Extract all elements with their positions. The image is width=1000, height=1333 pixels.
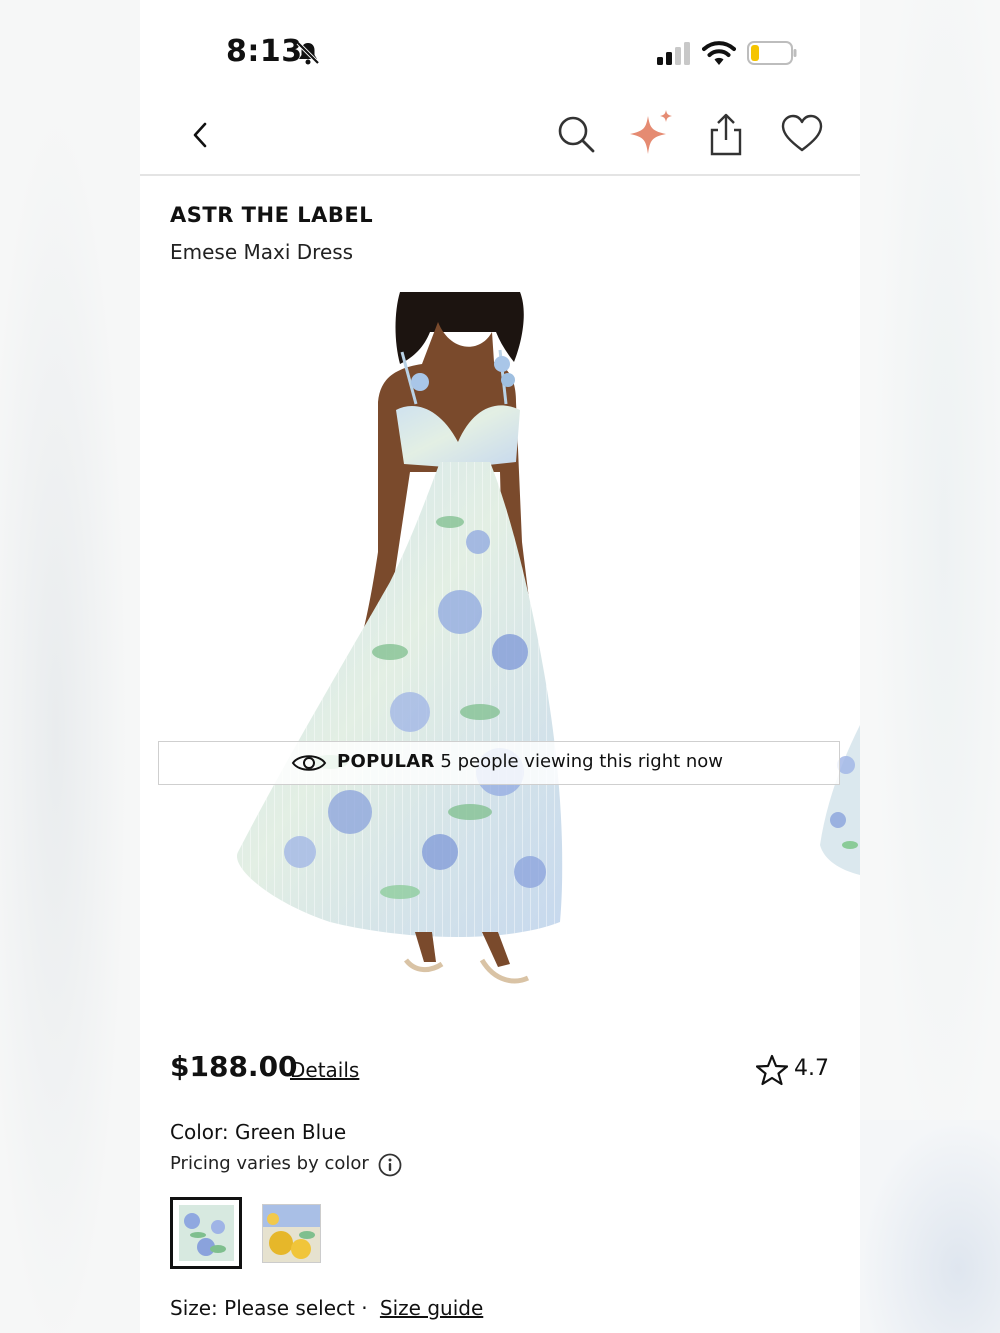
rating-value[interactable]: 4.7	[794, 1056, 829, 1081]
brand-name[interactable]: ASTR THE LABEL	[170, 203, 373, 227]
color-swatch-yellow-blue[interactable]	[262, 1204, 321, 1263]
size-label[interactable]: Size: Please select	[170, 1296, 355, 1320]
heart-icon[interactable]	[780, 112, 824, 156]
search-icon[interactable]	[554, 112, 598, 156]
back-button[interactable]	[186, 116, 216, 154]
sparkle-icon[interactable]	[626, 108, 676, 158]
star-icon[interactable]	[756, 1054, 788, 1086]
size-row: Size: Please select · Size guide	[170, 1296, 483, 1320]
pricing-note: Pricing varies by color	[170, 1153, 369, 1174]
size-guide-link[interactable]: Size guide	[380, 1296, 483, 1320]
details-link[interactable]: Details	[290, 1058, 359, 1082]
eye-icon	[291, 755, 327, 771]
product-name: Emese Maxi Dress	[170, 240, 354, 264]
background-right	[860, 0, 1000, 1333]
color-label: Color: Green Blue	[170, 1120, 347, 1144]
product-price: $188.00	[170, 1050, 298, 1083]
size-separator: ·	[354, 1296, 374, 1320]
product-image[interactable]	[210, 292, 590, 992]
swatch-thumbnail	[178, 1205, 234, 1261]
nav-divider	[140, 174, 860, 176]
popular-banner: POPULAR 5 people viewing this right now	[158, 741, 840, 785]
battery-icon	[747, 41, 797, 65]
info-icon[interactable]	[378, 1153, 402, 1177]
status-time: 8:13	[226, 34, 303, 69]
share-icon[interactable]	[704, 112, 748, 156]
popular-count-text: 5 people viewing this right now	[434, 751, 724, 772]
popular-label: POPULAR	[337, 751, 435, 772]
bell-off-icon	[296, 41, 320, 65]
wifi-icon	[702, 41, 736, 65]
color-swatch-green-blue[interactable]	[170, 1197, 242, 1269]
popular-text: POPULAR 5 people viewing this right now	[337, 751, 723, 772]
cellular-signal-icon	[657, 42, 690, 65]
background-left	[0, 0, 140, 1333]
phone-screen: 8:13 ASTR THE LABEL Emese Maxi Dress POP…	[140, 0, 860, 1333]
